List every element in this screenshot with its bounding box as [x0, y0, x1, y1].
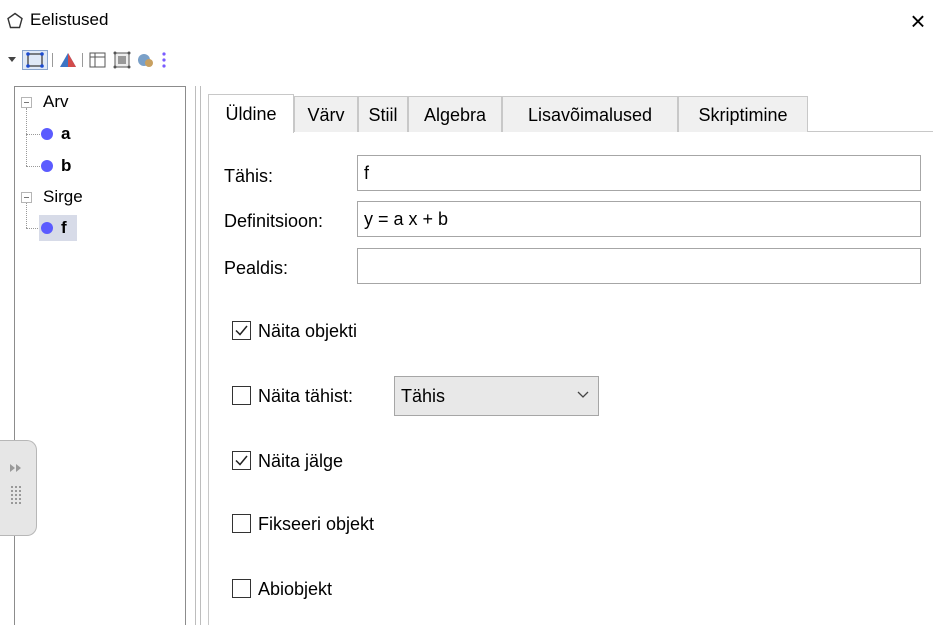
chevron-down-icon: [577, 391, 589, 398]
close-button[interactable]: ×: [906, 6, 930, 36]
name-input[interactable]: f: [357, 155, 921, 191]
name-label: Tähis:: [224, 166, 274, 186]
object-tree: Arv a b Sirge f: [14, 86, 186, 625]
tree-item-f[interactable]: f: [61, 218, 67, 238]
collapse-arv-icon[interactable]: [21, 97, 32, 108]
tree-connector: [26, 166, 40, 167]
layout-icon[interactable]: [112, 50, 132, 70]
collapse-sirge-icon[interactable]: [21, 192, 32, 203]
definition-input[interactable]: y = a x + b: [357, 201, 921, 237]
toolbar-separator: [52, 53, 53, 67]
tab-uldine[interactable]: Üldine: [208, 94, 294, 133]
label-mode-select[interactable]: Tähis: [394, 376, 599, 416]
caption-label: Pealdis:: [224, 258, 289, 278]
tree-item-b[interactable]: b: [61, 156, 71, 176]
graphics-triangle-icon[interactable]: [58, 50, 78, 70]
checkmark-icon: [235, 325, 248, 336]
point-dot-icon: [41, 128, 53, 140]
show-label-checkbox[interactable]: [232, 386, 251, 405]
tree-group-arv[interactable]: Arv: [43, 92, 69, 112]
tree-group-sirge[interactable]: Sirge: [43, 187, 83, 207]
tab-skriptimine[interactable]: Skriptimine: [678, 96, 808, 132]
auxiliary-object-label: Abiobjekt: [258, 579, 333, 599]
show-trace-checkbox[interactable]: [232, 451, 251, 470]
more-options-icon[interactable]: [158, 50, 170, 70]
tree-connector: [26, 203, 27, 228]
tab-lisavoimalused[interactable]: Lisavõimalused: [502, 96, 678, 132]
tree-connector: [26, 134, 40, 135]
show-object-label: Näita objekti: [258, 321, 358, 341]
window-title: Eelistused: [30, 10, 109, 29]
label-mode-value: Tähis: [401, 386, 446, 406]
tree-item-a[interactable]: a: [61, 124, 70, 144]
auxiliary-object-checkbox[interactable]: [232, 579, 251, 598]
defaults-icon[interactable]: [136, 50, 156, 70]
fix-object-checkbox[interactable]: [232, 514, 251, 533]
tab-algebra[interactable]: Algebra: [408, 96, 502, 132]
show-label-label: Näita tähist:: [258, 386, 354, 406]
toolbar: [0, 47, 260, 73]
caption-input[interactable]: [357, 248, 921, 284]
grip-dots-icon: [11, 486, 21, 504]
show-object-checkbox[interactable]: [232, 321, 251, 340]
toolbar-separator: [82, 53, 83, 67]
dropdown-arrow-icon[interactable]: [4, 50, 24, 70]
tab-varv[interactable]: Värv: [294, 96, 358, 132]
point-object-icon[interactable]: [22, 50, 48, 70]
checkmark-icon: [235, 455, 248, 466]
settings-gear-icon: [7, 12, 23, 29]
tree-connector: [26, 228, 40, 229]
splitter[interactable]: [200, 86, 201, 625]
point-dot-icon: [41, 222, 53, 234]
splitter[interactable]: [195, 86, 196, 625]
fix-object-label: Fikseeri objekt: [258, 514, 375, 534]
point-dot-icon: [41, 160, 53, 172]
tab-stiil[interactable]: Stiil: [358, 96, 408, 132]
double-chevron-right-icon: [10, 464, 21, 472]
tree-connector: [26, 108, 27, 166]
title-bar: Eelistused ×: [0, 0, 933, 44]
spreadsheet-icon[interactable]: [88, 50, 108, 70]
definition-label: Definitsioon:: [224, 211, 324, 231]
show-trace-label: Näita jälge: [258, 451, 344, 471]
side-panel-handle[interactable]: [0, 440, 37, 536]
